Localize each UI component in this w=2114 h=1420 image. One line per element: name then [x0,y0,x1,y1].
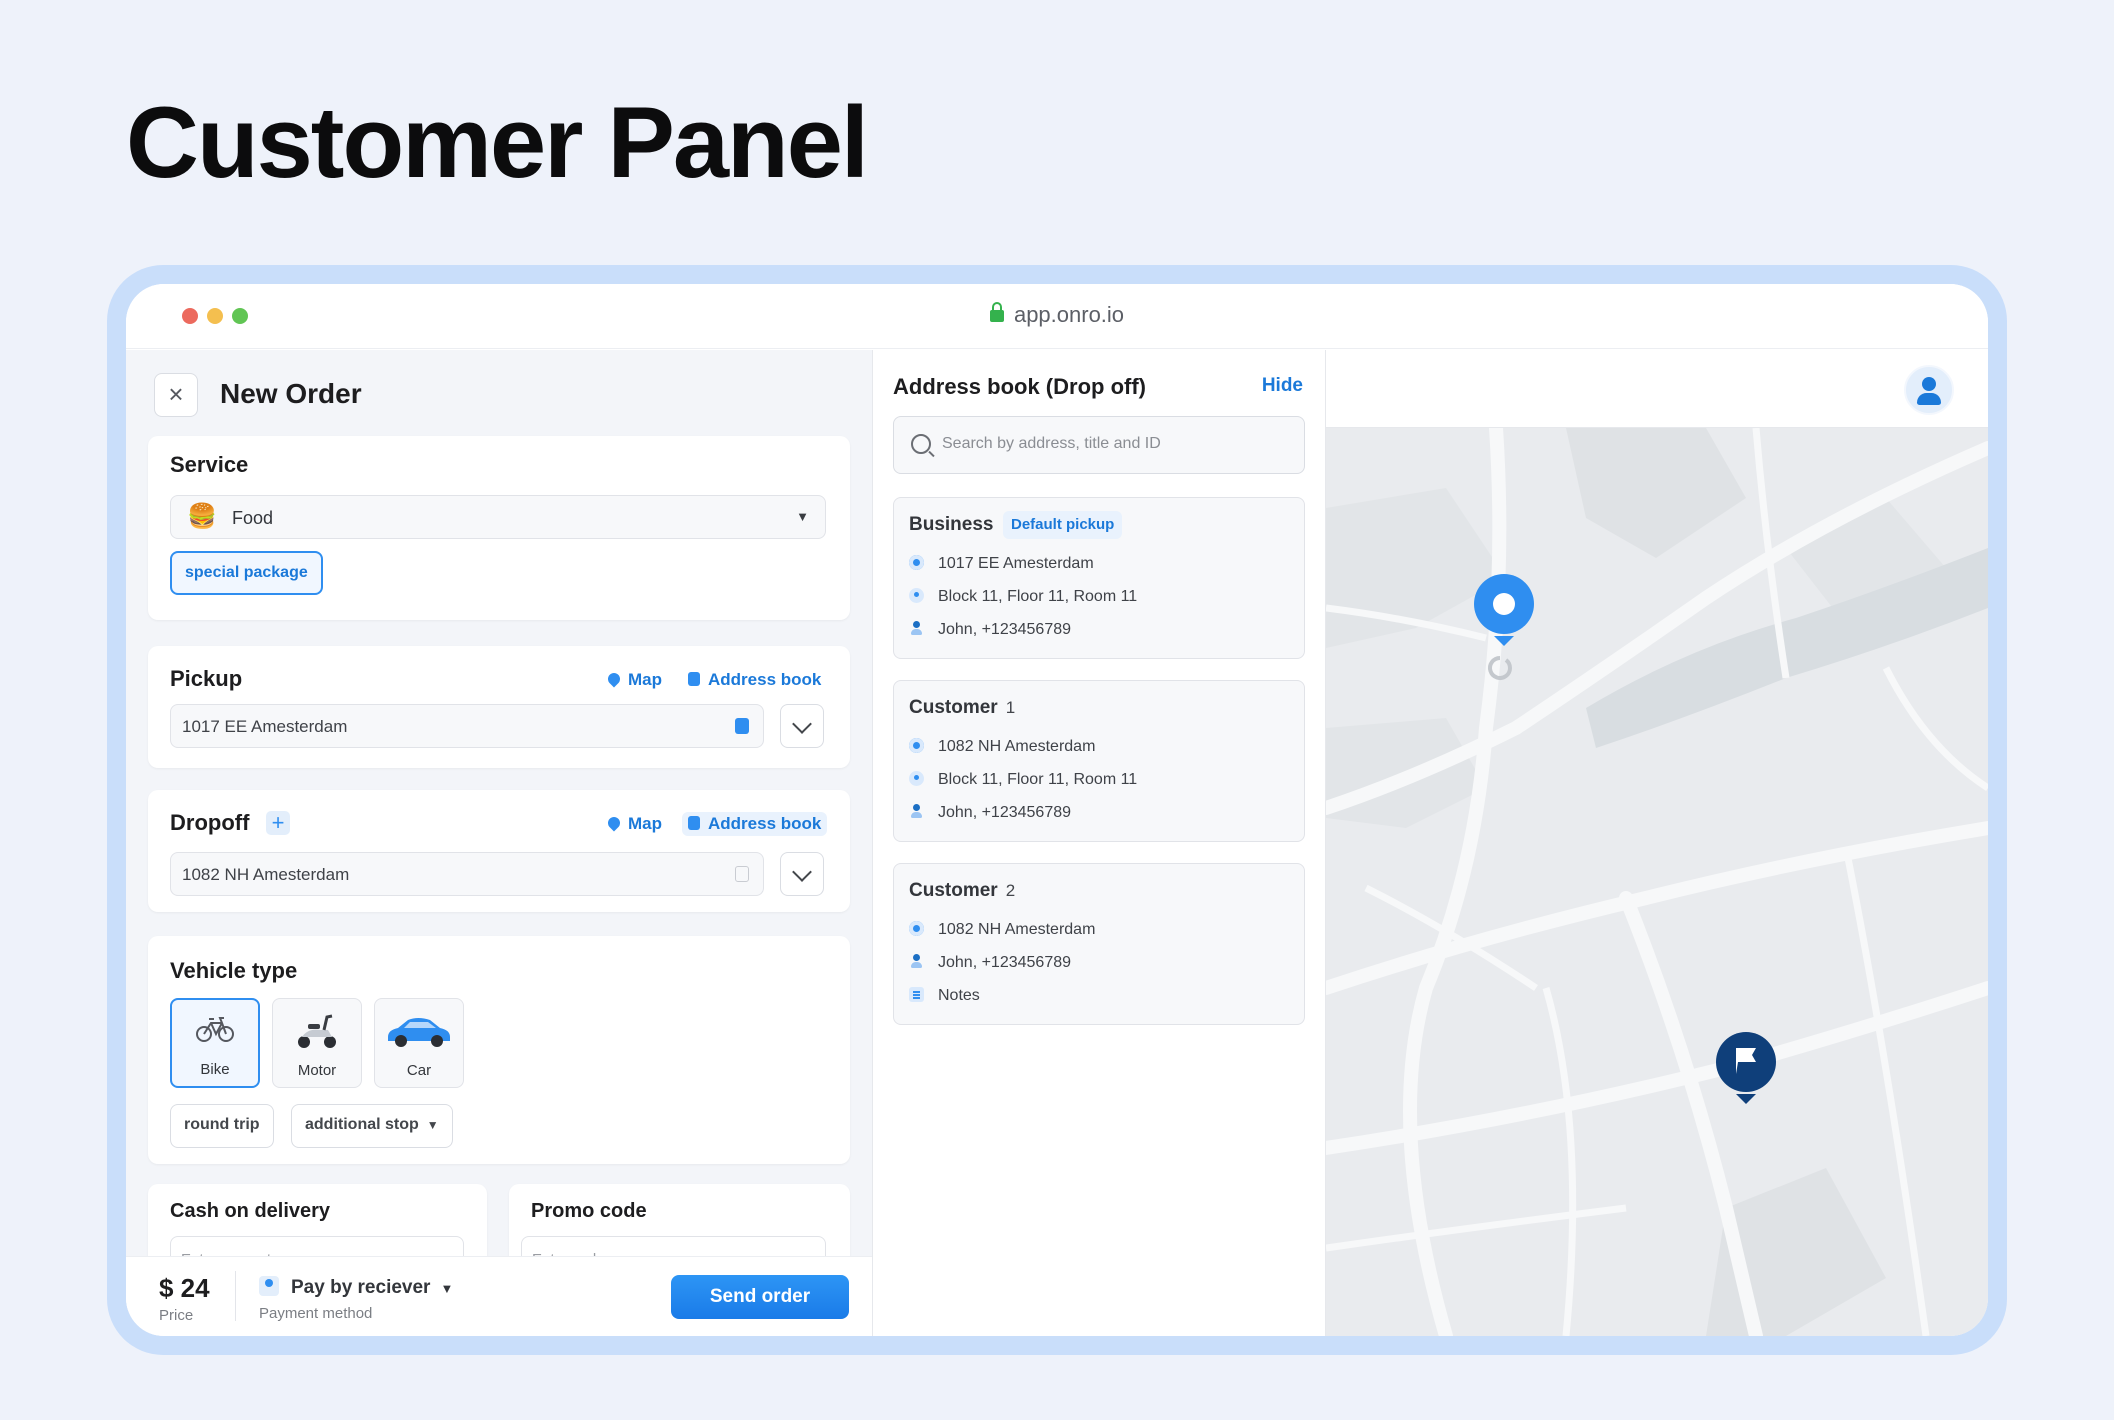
caret-down-icon: ▼ [796,509,809,524]
person-icon [909,954,924,969]
contact-row: John, +123456789 [909,952,1071,972]
dropoff-expand-button[interactable] [780,852,824,896]
promo-title: Promo code [531,1200,647,1222]
additional-stop-chip[interactable]: additional stop ▼ [291,1104,453,1148]
notes-icon [909,987,924,1002]
address-book-title: Address book (Drop off) [893,374,1146,399]
notes-row: Notes [909,985,980,1005]
round-trip-chip[interactable]: round trip [170,1104,274,1148]
browser-window: app.onro.io × New Order Service 🍔 Food ▼… [126,284,1988,1336]
service-card: Service 🍔 Food ▼ special package [148,436,850,620]
car-icon [388,1018,450,1047]
caret-down-icon: ▼ [440,1281,454,1296]
search-placeholder: Search by address, title and ID [942,435,1161,452]
bike-icon [196,1017,234,1042]
vehicle-label-bike: Bike [200,1061,230,1078]
new-order-panel: × New Order Service 🍔 Food ▼ special pac… [126,350,872,1336]
location-pin-icon [909,921,924,936]
location-pin-icon [909,738,924,753]
hamburger-icon: 🍔 [187,503,217,530]
pickup-map-link[interactable]: Map [605,670,662,690]
contact-row: John, +123456789 [909,619,1071,639]
dropoff-address-value: 1082 NH Amesterdam [182,865,350,884]
map-pin-icon [605,670,623,688]
payment-method-select[interactable]: Pay by reciever ▼ [259,1273,453,1299]
url-text: app.onro.io [1013,302,1125,327]
vehicle-label-car: Car [406,1062,432,1079]
location-dot-icon [909,771,924,786]
footer-divider [235,1271,236,1321]
dropoff-title: Dropoff [170,810,250,835]
vehicle-card: Vehicle type Bike Motor Car round trip a… [148,936,850,1164]
new-order-title: New Order [220,378,362,409]
location-dot-icon [909,588,924,603]
order-footer: $ 24 Price Pay by reciever ▼ Payment meth… [126,1256,872,1336]
pickup-card: Pickup Map Address book 1017 EE Amesterd… [148,646,850,768]
dropoff-card: Dropoff + Map Address book 1082 NH Amest… [148,790,850,912]
caret-down-icon: ▼ [426,1118,439,1132]
person-icon [909,621,924,636]
vehicle-option-bike[interactable]: Bike [170,998,260,1088]
map-view[interactable] [1326,350,1988,1336]
address-card-business[interactable]: Business Default pickup 1017 EE Amesterd… [893,497,1305,659]
price-value: $ 24 [159,1273,210,1303]
pickup-address-input[interactable]: 1017 EE Amesterdam [170,704,764,748]
scooter-icon [298,1014,336,1048]
dropoff-map-link[interactable]: Map [605,814,662,834]
address-card-customer-2[interactable]: Customer 2 1082 NH Amesterdam John, +1234… [893,863,1305,1025]
address-detail-row: Block 11, Floor 11, Room 11 [909,769,1137,789]
bookmark-outline-icon[interactable] [735,866,749,882]
vehicle-title: Vehicle type [170,958,298,983]
address-row: 1017 EE Amesterdam [909,553,1094,573]
contact-row: John, +123456789 [909,802,1071,822]
address-card-customer-1[interactable]: Customer 1 1082 NH Amesterdam Block 11, F… [893,680,1305,842]
user-avatar-icon[interactable] [1904,365,1954,415]
dropoff-address-book-link[interactable]: Address book [682,812,828,836]
address-search-input[interactable]: Search by address, title and ID [893,416,1305,474]
special-package-chip[interactable]: special package [170,551,323,595]
price-label: Price [159,1307,194,1324]
vehicle-option-car[interactable]: Car [374,998,464,1088]
address-book-icon [688,816,700,830]
hide-address-book-link[interactable]: Hide [1262,375,1303,397]
payment-method-label: Payment method [259,1305,373,1322]
browser-titlebar: app.onro.io [126,284,1988,349]
url-bar[interactable]: app.onro.io [126,302,1988,328]
pickup-expand-button[interactable] [780,704,824,748]
lock-icon [989,302,1004,322]
pickup-title: Pickup [170,666,243,691]
bookmark-filled-icon[interactable] [735,718,749,734]
service-select[interactable]: 🍔 Food ▼ [170,495,826,539]
dropoff-address-input[interactable]: 1082 NH Amesterdam [170,852,764,896]
map-header [1326,350,1988,428]
vehicle-label-motor: Motor [297,1062,337,1079]
map-pin-icon [605,814,623,832]
person-icon [259,1276,279,1296]
search-icon [911,434,931,454]
address-book-panel: Address book (Drop off) Hide Search by a… [872,350,1326,1336]
address-row: 1082 NH Amesterdam [909,736,1095,756]
pickup-address-book-link[interactable]: Address book [688,670,821,690]
location-pin-icon [909,555,924,570]
address-card-title: Customer 2 [909,880,1016,901]
page-title: Customer Panel [126,87,869,199]
address-detail-row: Block 11, Floor 11, Room 11 [909,586,1137,606]
add-dropoff-button[interactable]: + [266,811,290,835]
address-card-title: Business [909,514,994,535]
address-card-title: Customer 1 [909,697,1016,718]
send-order-button[interactable]: Send order [671,1275,849,1319]
vehicle-option-motor[interactable]: Motor [272,998,362,1088]
address-row: 1082 NH Amesterdam [909,919,1095,939]
cod-title: Cash on delivery [170,1200,331,1222]
address-book-icon [688,672,700,686]
default-pickup-badge: Default pickup [1003,511,1123,539]
map-roads [1326,428,1988,1336]
person-icon [909,804,924,819]
service-title: Service [170,452,249,477]
pickup-address-value: 1017 EE Amesterdam [182,717,348,736]
service-value: Food [232,508,274,528]
close-order-button[interactable]: × [154,373,198,417]
